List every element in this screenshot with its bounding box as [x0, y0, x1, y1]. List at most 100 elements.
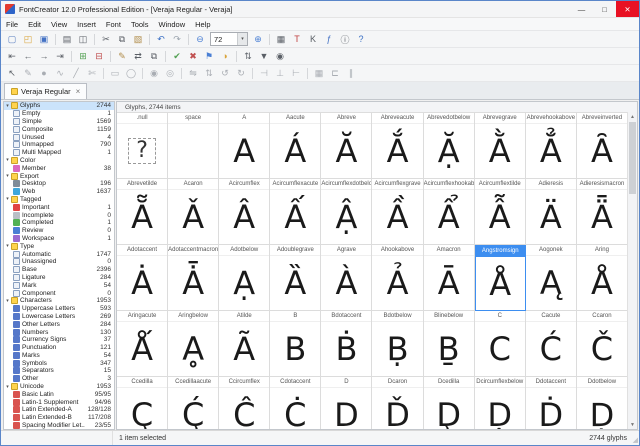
- glyph-cell-adieresis[interactable]: AdieresisÄ: [526, 179, 577, 245]
- menu-edit[interactable]: Edit: [23, 18, 46, 30]
- intersect-icon[interactable]: ◎: [163, 66, 177, 80]
- redo-icon[interactable]: ↷: [170, 32, 184, 46]
- tree-item-type[interactable]: ▾Type: [4, 242, 114, 250]
- glyph-cell-abrevehookabove[interactable]: AbrevehookaboveẲ: [526, 113, 577, 179]
- help-icon[interactable]: ?: [354, 32, 368, 46]
- glyph-cell-abrevedotbelow[interactable]: AbrevedotbelowẶ: [424, 113, 475, 179]
- glyph-cell-ccedilla[interactable]: CcedillaÇ: [117, 377, 168, 429]
- tree-item-symbols[interactable]: Symbols347: [4, 359, 114, 367]
- glyph-cell-aringacute[interactable]: AringacuteǺ: [117, 311, 168, 377]
- tree-item-incomplete[interactable]: Incomplete0: [4, 211, 114, 219]
- tree-item-multi-mapped[interactable]: Multi Mapped1: [4, 149, 114, 157]
- grid-icon[interactable]: ▦: [312, 66, 326, 80]
- minimize-button[interactable]: —: [570, 1, 593, 17]
- tree-item-empty[interactable]: Empty1: [4, 110, 114, 118]
- glyph-cell-abreve[interactable]: AbreveĂ: [321, 113, 372, 179]
- glyph-cell-adotaccent[interactable]: AdotaccentȦ: [117, 245, 168, 311]
- glyph-cell-acircumflex[interactable]: AcircumflexÂ: [219, 179, 270, 245]
- tree-item-component[interactable]: Component0: [4, 289, 114, 297]
- tree-item-marks[interactable]: Marks54: [4, 352, 114, 360]
- align-left-icon[interactable]: ⊣: [257, 66, 271, 80]
- new-document-icon[interactable]: ▢: [5, 32, 19, 46]
- flip-horizontal-icon[interactable]: ⇋: [186, 66, 200, 80]
- chevron-down-icon[interactable]: ▾: [237, 33, 247, 45]
- rotate-right-icon[interactable]: ↻: [234, 66, 248, 80]
- tree-item-other[interactable]: Other3: [4, 375, 114, 383]
- glyph-cell-b[interactable]: BB: [270, 311, 321, 377]
- glyph-cell-cacute[interactable]: CacuteĆ: [526, 311, 577, 377]
- tree-item-member[interactable]: Member38: [4, 164, 114, 172]
- print-icon[interactable]: ▤: [60, 32, 74, 46]
- undo-icon[interactable]: ↶: [154, 32, 168, 46]
- menu-font[interactable]: Font: [101, 18, 126, 30]
- first-glyph-icon[interactable]: ⇤: [5, 49, 19, 63]
- glyph-cell-ccircumflex[interactable]: CcircumflexĈ: [219, 377, 270, 429]
- tab-veraja-regular[interactable]: Veraja Regular ×: [4, 83, 87, 99]
- glyph-cell-dcaron[interactable]: DcaronĎ: [372, 377, 423, 429]
- tree-item-uppercase-letters[interactable]: Uppercase Letters593: [4, 305, 114, 313]
- paste-icon[interactable]: ▧: [131, 32, 145, 46]
- expand-arrow-icon[interactable]: ▾: [4, 298, 11, 304]
- scroll-down-icon[interactable]: ▼: [628, 420, 637, 429]
- edit-glyph-icon[interactable]: ✎: [115, 49, 129, 63]
- glyph-cell-a[interactable]: AA: [219, 113, 270, 179]
- expand-arrow-icon[interactable]: ▾: [4, 196, 11, 202]
- menu-file[interactable]: File: [1, 18, 23, 30]
- expand-arrow-icon[interactable]: ▾: [4, 384, 11, 390]
- resize-grip[interactable]: ◢: [633, 436, 638, 444]
- glyph-cell-agrave[interactable]: AgraveÀ: [321, 245, 372, 311]
- tree-item-unmapped[interactable]: Unmapped790: [4, 141, 114, 149]
- tree-item-characters[interactable]: ▾Characters1953: [4, 297, 114, 305]
- tree-item-separators[interactable]: Separators15: [4, 367, 114, 375]
- tree-item-important[interactable]: Important1: [4, 203, 114, 211]
- open-icon[interactable]: ◰: [21, 32, 35, 46]
- scroll-up-icon[interactable]: ▲: [628, 112, 637, 121]
- glyph-cell-ccedillaacute[interactable]: CcedillaacuteḈ: [168, 377, 219, 429]
- flip-vertical-icon[interactable]: ⇅: [202, 66, 216, 80]
- glyph-cell-bdotaccent[interactable]: BdotaccentḂ: [321, 311, 372, 377]
- close-button[interactable]: ✕: [616, 1, 639, 17]
- tree-item-export[interactable]: ▾Export: [4, 172, 114, 180]
- glyph-cell-dcircumflexbelow[interactable]: DcircumflexbelowḒ: [475, 377, 526, 429]
- print-preview-icon[interactable]: ◫: [76, 32, 90, 46]
- tree-item-numbers[interactable]: Numbers130: [4, 328, 114, 336]
- tree-item-completed[interactable]: Completed1: [4, 219, 114, 227]
- glyph-cell-aringbelow[interactable]: AringbelowḀ: [168, 311, 219, 377]
- scrollbar-thumb[interactable]: [629, 122, 636, 194]
- transform-icon[interactable]: ⇄: [131, 49, 145, 63]
- glyph-cell-angstromsign[interactable]: AngstromsignÅ: [475, 245, 526, 311]
- tree-item-workspace[interactable]: Workspace1: [4, 235, 114, 243]
- sort-icon[interactable]: ⇅: [241, 49, 255, 63]
- tree-item-base[interactable]: Base2396: [4, 266, 114, 274]
- ellipse-tool-icon[interactable]: ◯: [124, 66, 138, 80]
- curve-tool-icon[interactable]: ∿: [53, 66, 67, 80]
- glyph-cell-abrevegrave[interactable]: AbrevegraveẰ: [475, 113, 526, 179]
- guides-icon[interactable]: ∥: [344, 66, 358, 80]
- tree-item-ligature[interactable]: Ligature284: [4, 274, 114, 282]
- expand-arrow-icon[interactable]: ▾: [4, 243, 11, 249]
- copy-icon[interactable]: ⧉: [115, 32, 129, 46]
- glyph-cell-cdotaccent[interactable]: CdotaccentĊ: [270, 377, 321, 429]
- color-glyph-icon[interactable]: ◑: [218, 49, 232, 63]
- glyph-cell-d[interactable]: DD: [321, 377, 372, 429]
- glyph-cell-acircumflexgrave[interactable]: AcircumflexgraveẦ: [372, 179, 423, 245]
- glyph-cell-abrevetilde[interactable]: AbrevetildeẴ: [117, 179, 168, 245]
- pointer-tool-icon[interactable]: ↖: [5, 66, 19, 80]
- glyph-cell-acircumflexdotbelow[interactable]: AcircumflexdotbelowẬ: [321, 179, 372, 245]
- menu-help[interactable]: Help: [190, 18, 215, 30]
- vertical-scrollbar[interactable]: ▲ ▼: [627, 112, 637, 429]
- menu-tools[interactable]: Tools: [126, 18, 154, 30]
- zoom-in-icon[interactable]: ⊕: [251, 32, 265, 46]
- rectangle-tool-icon[interactable]: ▭: [108, 66, 122, 80]
- glyph-cell-adieresismacron[interactable]: AdieresismacronǞ: [577, 179, 628, 245]
- glyph-cell-adotbelow[interactable]: AdotbelowẠ: [219, 245, 270, 311]
- rotate-left-icon[interactable]: ↺: [218, 66, 232, 80]
- knife-tool-icon[interactable]: ✄: [85, 66, 99, 80]
- align-center-icon[interactable]: ⊥: [273, 66, 287, 80]
- glyph-cell-null[interactable]: .null?: [117, 113, 168, 179]
- glyph-cell-bdotbelow[interactable]: BdotbelowḄ: [372, 311, 423, 377]
- expand-arrow-icon[interactable]: ▾: [4, 157, 11, 163]
- tree-item-unicode[interactable]: ▾Unicode1953: [4, 383, 114, 391]
- tree-item-automatic[interactable]: Automatic1747: [4, 250, 114, 258]
- align-right-icon[interactable]: ⊢: [289, 66, 303, 80]
